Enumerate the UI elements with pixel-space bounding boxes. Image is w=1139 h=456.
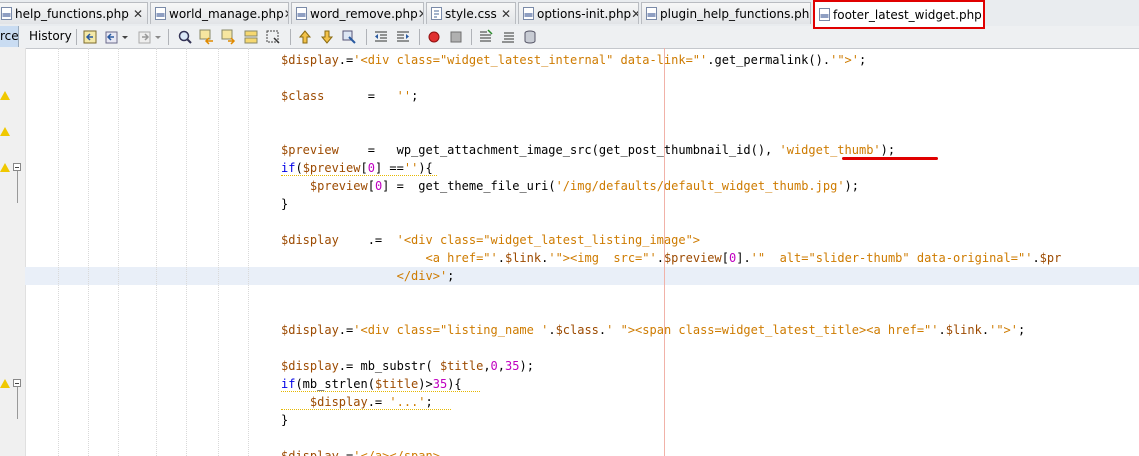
toolbar-separator: [290, 29, 291, 45]
find-icon[interactable]: [177, 29, 193, 45]
source-tab[interactable]: rce: [0, 26, 19, 47]
css-file-icon: [431, 7, 442, 20]
toolbar-separator: [471, 29, 472, 45]
line-gutter[interactable]: [0, 48, 26, 456]
code-editor[interactable]: $display.='<div class="widget_latest_int…: [25, 48, 1139, 456]
toolbar-separator: [76, 29, 77, 45]
tab-help-functions[interactable]: help_functions.php ✕: [0, 2, 148, 24]
close-icon[interactable]: ✕: [501, 8, 511, 20]
fold-line: [17, 387, 18, 419]
database-icon[interactable]: [522, 29, 538, 45]
warning-underline: [281, 175, 437, 176]
find-next-icon[interactable]: [221, 29, 237, 45]
toolbar-separator: [419, 29, 420, 45]
back-icon[interactable]: [104, 29, 120, 45]
code-line: }: [281, 413, 289, 427]
close-icon[interactable]: ✕: [133, 8, 143, 20]
warning-underline: [281, 391, 480, 392]
tab-world-manage[interactable]: world_manage.php ✕: [150, 2, 289, 24]
php-file-icon: [155, 7, 166, 20]
warning-icon[interactable]: [0, 163, 10, 172]
warning-underline: [281, 409, 451, 410]
tab-plugin-help-functions[interactable]: plugin_help_functions.php ✕: [641, 2, 811, 24]
forward-dropdown-icon[interactable]: [154, 29, 162, 45]
php-file-icon: [1, 7, 12, 20]
shift-right-icon[interactable]: [395, 29, 411, 45]
code-line: $display .= '<div class="widget_latest_l…: [281, 233, 701, 247]
tab-footer-latest-widget[interactable]: footer_latest_widget.php ✕: [813, 0, 985, 29]
history-tab[interactable]: History: [29, 26, 72, 47]
fold-line: [17, 171, 18, 203]
previous-bookmark-icon[interactable]: [297, 29, 313, 45]
toggle-highlight-icon[interactable]: [265, 29, 281, 45]
tab-word-remove[interactable]: word_remove.php ✕: [291, 2, 424, 24]
close-icon[interactable]: ✕: [982, 9, 983, 21]
toolbar-separator: [366, 29, 367, 45]
code-line: $preview[0] = get_theme_file_uri('/img/d…: [309, 179, 859, 193]
editor-toolbar: rce History: [0, 26, 1139, 49]
close-icon[interactable]: ✕: [631, 8, 638, 20]
toggle-bookmark-icon[interactable]: [341, 29, 357, 45]
code-line: </div>';: [281, 269, 455, 283]
code-line: $display.= mb_substr( $title,0,35);: [281, 359, 534, 373]
php-file-icon: [819, 8, 830, 21]
stop-macro-recording-icon[interactable]: [448, 29, 464, 45]
next-bookmark-icon[interactable]: [319, 29, 335, 45]
tab-style-css[interactable]: style.css ✕: [426, 2, 516, 24]
tab-label: footer_latest_widget.php: [833, 7, 982, 22]
forward-icon[interactable]: [137, 29, 153, 45]
uncomment-icon[interactable]: [500, 29, 516, 45]
fold-collapse-icon[interactable]: [13, 163, 21, 171]
code-line: $class = '';: [281, 89, 419, 103]
php-file-icon: [523, 7, 534, 20]
warning-icon[interactable]: [0, 127, 10, 136]
code-line: $display.='</a></span>: [281, 449, 440, 456]
code-line: }: [281, 197, 289, 211]
tab-options-init[interactable]: options-init.php ✕: [518, 2, 639, 24]
code-line: $preview = wp_get_attachment_image_src(g…: [281, 143, 896, 157]
close-icon[interactable]: ✕: [284, 8, 288, 20]
find-previous-icon[interactable]: [199, 29, 215, 45]
php-file-icon: [296, 7, 307, 20]
tab-label: word_remove.php: [310, 6, 418, 21]
tab-label: options-init.php: [537, 6, 632, 21]
tab-label: plugin_help_functions.php: [660, 6, 811, 21]
php-file-icon: [646, 7, 657, 20]
comment-icon[interactable]: [478, 29, 494, 45]
tab-label: world_manage.php: [169, 6, 284, 21]
code-line: $display.='<div class="widget_latest_int…: [281, 53, 867, 67]
annotation-underline: [842, 157, 938, 160]
start-macro-recording-icon[interactable]: [426, 29, 442, 45]
warning-icon[interactable]: [0, 379, 10, 388]
tab-label: style.css: [445, 6, 497, 21]
tab-label: help_functions.php: [15, 6, 129, 21]
find-selection-icon[interactable]: [243, 29, 259, 45]
toolbar-separator: [168, 29, 169, 45]
last-edit-icon[interactable]: [82, 29, 98, 45]
fold-collapse-icon[interactable]: [13, 379, 21, 387]
warning-icon[interactable]: [0, 91, 10, 100]
code-line: $display.='<div class="listing_name '.$c…: [281, 323, 1026, 337]
editor-tab-bar: help_functions.php ✕ world_manage.php ✕ …: [0, 0, 1139, 29]
shift-left-icon[interactable]: [373, 29, 389, 45]
back-dropdown-icon[interactable]: [121, 29, 129, 45]
code-line: <a href="'.$link.'"><img src="'.$preview…: [281, 251, 1062, 265]
close-icon[interactable]: ✕: [418, 8, 423, 20]
